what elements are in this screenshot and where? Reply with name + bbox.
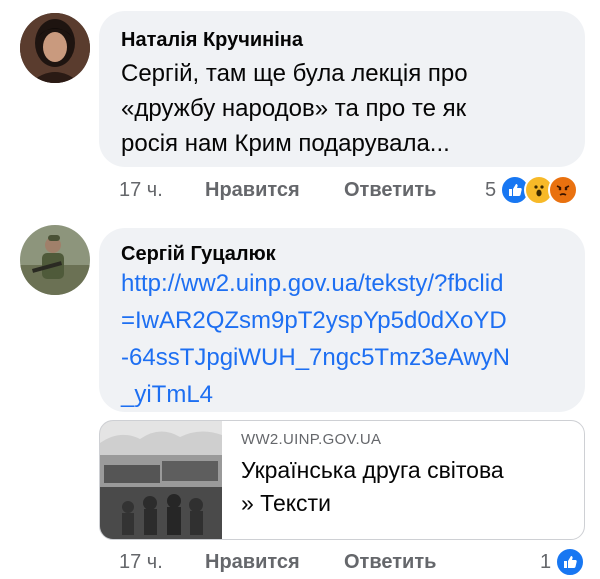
comment-author[interactable]: Наталія Кручиніна (121, 29, 303, 52)
link-preview-domain: WW2.UINP.GOV.UA (241, 431, 382, 448)
like-button[interactable]: Нравится (205, 551, 300, 574)
comment-text-line: росія нам Крим подарувала... (121, 130, 450, 157)
like-icon (555, 547, 586, 577)
avatar-photo (20, 13, 90, 83)
comment-link-line[interactable]: -64ssTJpgiWUH_7ngc5Tmz3eAwyN (121, 339, 510, 376)
comment-author[interactable]: Сергій Гуцалюк (121, 243, 276, 266)
comment-link-line[interactable]: =IwAR2QZsm9pT2yspYp5d0dXoYD (121, 302, 507, 339)
reaction-count: 5 (485, 178, 497, 201)
reply-button[interactable]: Ответить (344, 179, 436, 202)
like-button[interactable]: Нравится (205, 179, 300, 202)
comment-link-line[interactable]: http://ww2.uinp.gov.ua/teksty/?fbclid (121, 265, 503, 302)
comment-text-line: «дружбу народов» та про те як (121, 95, 467, 122)
avatar-photo (20, 225, 90, 295)
avatar[interactable] (20, 225, 90, 295)
reaction-summary[interactable]: 5 (485, 175, 579, 205)
comment-time[interactable]: 17 ч. (119, 179, 163, 202)
reaction-summary[interactable]: 1 (540, 547, 586, 577)
reply-button[interactable]: Ответить (344, 551, 436, 574)
link-preview-title: Українська друга світова (241, 457, 504, 483)
link-preview-title: » Тексти (241, 490, 331, 516)
comment-text-line: Сергій, там ще була лекція про (121, 60, 468, 87)
reaction-count: 1 (540, 550, 552, 573)
angry-icon (548, 175, 579, 205)
comment-link-line[interactable]: _yiTmL4 (121, 376, 213, 413)
avatar[interactable] (20, 13, 90, 83)
link-preview-image (100, 421, 222, 539)
link-preview-card[interactable]: WW2.UINP.GOV.UA Українська друга світова… (99, 420, 585, 540)
comment-time[interactable]: 17 ч. (119, 551, 163, 574)
